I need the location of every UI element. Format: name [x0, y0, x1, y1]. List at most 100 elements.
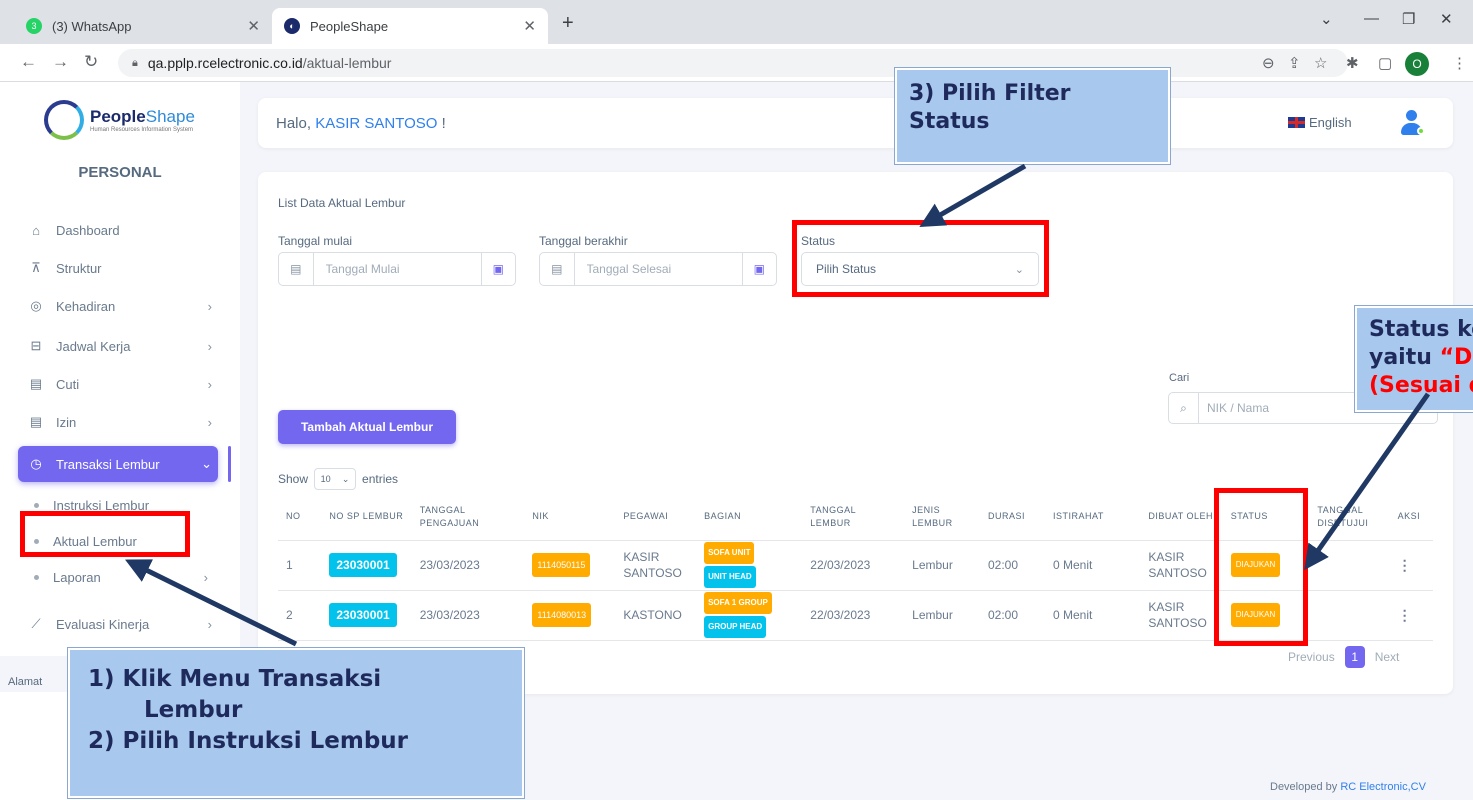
calendar-icon: ▤	[279, 253, 314, 285]
cell-dibuat: KASIR SANTOSO	[1140, 540, 1223, 591]
start-date-field: ▤ ▣	[278, 252, 516, 286]
zoom-icon[interactable]: ⊖	[1262, 54, 1275, 72]
col-header[interactable]: DURASI	[979, 494, 1045, 541]
sidebar-item-dashboard[interactable]: ⌂ Dashboard	[18, 212, 218, 248]
col-header[interactable]: ISTIRAHAT	[1045, 494, 1141, 541]
peopleshape-logo-icon	[44, 100, 84, 140]
reload-icon[interactable]: ↻	[84, 52, 98, 72]
col-header[interactable]: NO SP LEMBUR	[321, 494, 412, 541]
user-avatar[interactable]	[1396, 108, 1426, 138]
menu-kebab-icon[interactable]: ⋮	[1452, 54, 1467, 72]
page-1-button[interactable]: 1	[1344, 646, 1365, 668]
sidebar-item-struktur[interactable]: ⊼ Struktur	[18, 250, 218, 286]
sidebar-item-label: Jadwal Kerja	[56, 338, 131, 354]
cell-sp: 23030001	[321, 590, 412, 641]
back-icon[interactable]: ←	[20, 52, 37, 72]
sidebar-item-kehadiran[interactable]: ◎ Kehadiran ›	[18, 288, 218, 324]
tab-peopleshape[interactable]: ◐ PeopleShape ✕	[272, 8, 548, 44]
share-icon[interactable]: ⇪	[1288, 54, 1301, 72]
add-aktual-lembur-button[interactable]: Tambah Aktual Lembur	[278, 410, 456, 444]
briefcase-icon: ⊟	[30, 338, 42, 353]
footer-company-link[interactable]: RC Electronic,CV	[1340, 781, 1426, 793]
calendar-icon: ▤	[29, 376, 43, 391]
user-name: KASIR SANTOSO	[315, 115, 438, 132]
sidebar-item-cuti[interactable]: ▤ Cuti ›	[18, 366, 218, 402]
sidepanel-icon[interactable]: ▢	[1378, 54, 1392, 72]
col-header[interactable]: NO	[278, 494, 322, 541]
cell-tgl-pengajuan: 23/03/2023	[411, 590, 525, 641]
profile-avatar[interactable]: O	[1405, 52, 1429, 76]
start-date-label: Tanggal mulai	[278, 234, 353, 248]
cell-aksi: ⋮	[1389, 540, 1433, 591]
online-status-dot	[1417, 127, 1425, 135]
row-actions-kebab-icon[interactable]: ⋮	[1398, 607, 1412, 623]
restore-icon[interactable]: ❐	[1402, 10, 1415, 28]
logo[interactable]: PeopleShape Human Resources Information …	[44, 100, 195, 140]
end-date-input[interactable]	[574, 262, 742, 276]
sidebar-item-label: Evaluasi Kinerja	[56, 616, 150, 632]
col-header[interactable]: DIBUAT OLEH	[1140, 494, 1223, 541]
nik-badge: 1114080013	[532, 603, 592, 627]
col-header[interactable]: NIK	[524, 494, 616, 541]
entries-label: entries	[362, 472, 399, 486]
cell-jenis: Lembur	[904, 540, 980, 591]
sidebar-item-transaksi-lembur[interactable]: ◷ Transaksi Lembur ⌄	[18, 446, 218, 482]
next-page-button[interactable]: Next	[1375, 650, 1400, 664]
chevron-down-icon: ⌄	[341, 473, 350, 484]
extensions-icon[interactable]: ✱	[1346, 54, 1359, 72]
sidebar-item-label: Cuti	[56, 376, 80, 392]
previous-page-button[interactable]: Previous	[1288, 650, 1335, 664]
footer-prefix: Developed by	[1270, 781, 1341, 793]
cell-bagian: SOFA UNIT UNIT HEAD	[696, 540, 803, 591]
highlight-status-filter	[792, 220, 1049, 297]
logo-bold: People	[90, 107, 146, 126]
calendar-picker-icon[interactable]: ▣	[480, 253, 516, 285]
close-tab-icon[interactable]: ✕	[523, 17, 536, 35]
cell-tgl-setuju	[1309, 590, 1390, 641]
position-badge: UNIT HEAD	[704, 566, 756, 588]
sidebar-subitem-laporan[interactable]: Laporan ›	[34, 562, 214, 592]
forward-icon[interactable]: →	[52, 52, 69, 72]
whatsapp-icon: 3	[26, 18, 42, 34]
col-header[interactable]: TANGGAL LEMBUR	[802, 494, 905, 541]
row-actions-kebab-icon[interactable]: ⋮	[1398, 557, 1412, 573]
col-header: AKSI	[1389, 494, 1433, 541]
calendar-picker-icon[interactable]: ▣	[741, 253, 777, 285]
sidebar-item-jadwal-kerja[interactable]: ⊟ Jadwal Kerja ›	[18, 328, 218, 364]
search-label: Cari	[1169, 372, 1190, 384]
browser-toolbar: ← → ↻ 🔒︎ qa.pplp.rcelectronic.co.id/aktu…	[0, 44, 1473, 82]
cell-nik: 1114080013	[524, 590, 616, 641]
section-title: PERSONAL	[78, 164, 162, 181]
sidebar-item-izin[interactable]: ▤ Izin ›	[18, 404, 218, 440]
col-header[interactable]: PEGAWAI	[615, 494, 697, 541]
sidebar-item-evaluasi-kinerja[interactable]: ⟋ Evaluasi Kinerja ›	[18, 606, 218, 642]
col-header[interactable]: JENIS LEMBUR	[904, 494, 980, 541]
col-header[interactable]: TANGGAL PENGAJUAN	[411, 494, 525, 541]
bookmark-star-icon[interactable]: ☆	[1314, 54, 1327, 72]
close-tab-icon[interactable]: ✕	[247, 17, 260, 35]
cell-durasi: 02:00	[979, 540, 1045, 591]
nik-badge: 1114050115	[532, 553, 591, 577]
start-date-input[interactable]	[313, 262, 481, 276]
cell-sp: 23030001	[321, 540, 412, 591]
col-header[interactable]: TANGGAL DISETUJUI	[1309, 494, 1390, 541]
annotation-line: Status	[909, 109, 990, 134]
cell-istirahat: 0 Menit	[1045, 540, 1141, 591]
highlight-status-column	[1214, 488, 1308, 646]
sidebar-item-label: Izin	[56, 414, 77, 430]
tab-whatsapp[interactable]: 3 (3) WhatsApp ✕	[14, 8, 272, 44]
sidebar-item-label: Laporan	[53, 569, 101, 585]
entries-select[interactable]: 10 ⌄	[314, 468, 357, 490]
home-icon: ⌂	[32, 222, 40, 238]
close-window-icon[interactable]: ✕	[1440, 10, 1453, 28]
new-tab-icon[interactable]: +	[562, 12, 574, 35]
logo-subtitle: Human Resources Information System	[90, 127, 194, 133]
col-header[interactable]: BAGIAN	[696, 494, 803, 541]
cell-pegawai: KASTONO	[615, 590, 697, 641]
minimize-icon[interactable]: —	[1364, 10, 1379, 27]
chevron-down-icon: ⌄	[201, 456, 212, 471]
tab-search-icon[interactable]: ⌄	[1320, 10, 1333, 28]
chevron-right-icon: ›	[203, 569, 208, 585]
language-switcher[interactable]: English	[1288, 115, 1352, 130]
chevron-right-icon: ›	[207, 338, 212, 354]
